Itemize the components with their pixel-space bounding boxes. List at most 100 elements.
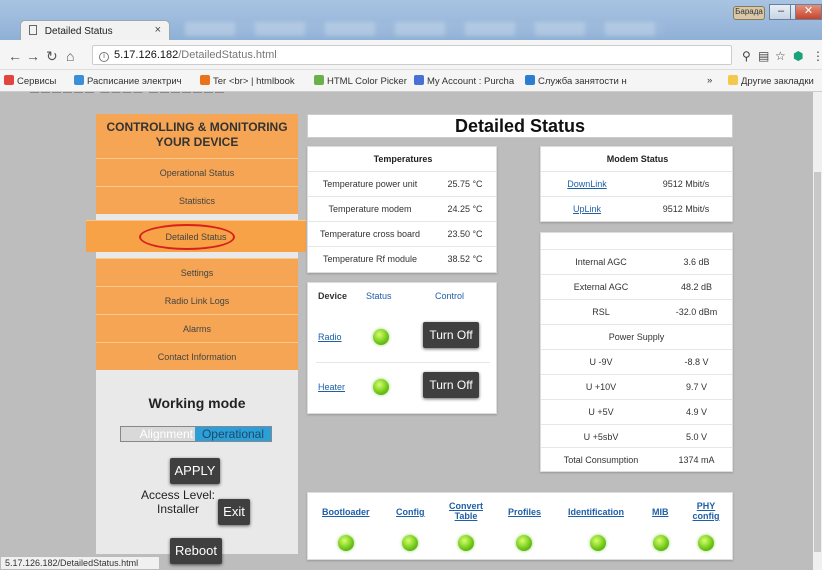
- menu-item-operational-status[interactable]: Operational Status: [96, 158, 298, 186]
- heater-link[interactable]: Heater: [318, 382, 345, 392]
- table-row: U +5V 4.9 V: [541, 399, 732, 424]
- menu-item-settings[interactable]: Settings: [96, 258, 298, 286]
- document-icon: [29, 25, 37, 35]
- param-value: 48.2 dB: [680, 282, 713, 292]
- module-mib-link[interactable]: MIB: [652, 507, 669, 517]
- col-device-header: Device: [318, 291, 348, 301]
- home-icon[interactable]: ⌂: [66, 48, 74, 64]
- url-input[interactable]: i 5.17.126.182/DetailedStatus.html: [92, 45, 732, 65]
- table-row: U +10V 9.7 V: [541, 374, 732, 399]
- working-mode-title: Working mode: [148, 395, 246, 411]
- address-bar: ← → ↻ ⌂ i 5.17.126.182/DetailedStatus.htm…: [0, 40, 822, 70]
- tab-detailed-status[interactable]: Detailed Status ×: [20, 20, 170, 40]
- bookmarks-more[interactable]: »: [707, 75, 712, 86]
- module-convert-table-link[interactable]: Convert Table: [447, 501, 485, 521]
- table-row: Temperature cross board 23.50 °C: [308, 221, 496, 246]
- bookmarks-bar: Сервисы Расписание электрич Ter <br> | h…: [0, 70, 822, 92]
- bookmark-my-account[interactable]: My Account : Purcha: [414, 75, 514, 87]
- module-profiles-link[interactable]: Profiles: [508, 507, 541, 517]
- modules-panel: Bootloader Config Convert Table Profiles…: [307, 492, 733, 560]
- module-convert-table-led: [458, 535, 474, 551]
- close-tab-icon[interactable]: ×: [155, 24, 161, 36]
- modem-status-title: Modem Status: [606, 154, 669, 164]
- reload-icon[interactable]: ↻: [46, 48, 58, 65]
- bookmark-icon: [200, 75, 210, 85]
- bookmark-color-picker[interactable]: HTML Color Picker: [314, 75, 407, 87]
- power-supply-title: Power Supply: [541, 324, 732, 349]
- close-window-icon[interactable]: ✕: [795, 4, 822, 20]
- star-icon[interactable]: ☆: [775, 49, 786, 63]
- mode-operational-option[interactable]: Operational: [195, 427, 271, 441]
- radio-link[interactable]: Radio: [318, 332, 342, 342]
- device-control-panel: Device Status Control Radio Turn Off Hea…: [307, 282, 497, 414]
- temp-label: Temperature modem: [328, 204, 412, 214]
- table-row: DownLink 9512 Mbit/s: [541, 171, 732, 196]
- table-row: U +5sbV 5.0 V: [541, 424, 732, 449]
- forward-icon[interactable]: →: [26, 48, 40, 64]
- back-icon[interactable]: ←: [8, 48, 22, 64]
- browser-status-bar: 5.17.126.182/DetailedStatus.html: [0, 556, 160, 570]
- menu-item-statistics[interactable]: Statistics: [96, 186, 298, 214]
- scrollbar-thumb[interactable]: [814, 172, 821, 552]
- reboot-button[interactable]: Reboot: [170, 538, 222, 564]
- temperatures-panel: Temperatures Temperature power unit 25.7…: [307, 146, 497, 273]
- module-phy-config-led: [698, 535, 714, 551]
- uplink-link[interactable]: UpLink: [541, 197, 633, 222]
- module-config-link[interactable]: Config: [396, 507, 425, 517]
- profile-button[interactable]: Барада: [733, 6, 765, 20]
- bookmark-htmlbook[interactable]: Ter <br> | htmlbook: [200, 75, 295, 87]
- heater-turn-off-button[interactable]: Turn Off: [423, 372, 479, 398]
- radio-status-led: [373, 329, 389, 345]
- exit-button[interactable]: Exit: [218, 499, 250, 525]
- power-supply-panel: Internal AGC 3.6 dB External AGC 48.2 dB…: [540, 232, 733, 472]
- table-row: Temperature Rf module 38.52 °C: [308, 246, 496, 271]
- apps-icon: [4, 75, 14, 85]
- zoom-icon[interactable]: ⚲: [742, 49, 751, 63]
- window-titlebar: Detailed Status × Барада – □ ✕: [0, 0, 822, 40]
- temp-label: Temperature cross board: [319, 229, 421, 239]
- downlink-link[interactable]: DownLink: [541, 172, 633, 197]
- bookmark-employment[interactable]: Служба занятости н: [525, 75, 627, 87]
- module-phy-config-link[interactable]: PHY config: [688, 501, 724, 521]
- module-identification-link[interactable]: Identification: [568, 507, 624, 517]
- extension-icon[interactable]: ⬢: [793, 49, 803, 63]
- supply-value: -8.8 V: [684, 357, 709, 367]
- col-status-header: Status: [366, 291, 392, 301]
- page-header-remnant: ▬▬▬▬▬▬ ▬▬▬▬ ▬▬▬▬▬▬▬: [0, 92, 813, 98]
- menu-icon[interactable]: ⋮: [812, 49, 822, 63]
- menu-item-alarms[interactable]: Alarms: [96, 314, 298, 342]
- working-mode-toggle[interactable]: Alignment Operational: [120, 426, 272, 442]
- menu-item-contact-information[interactable]: Contact Information: [96, 342, 298, 370]
- supply-label: U +5V: [588, 407, 614, 417]
- temperatures-title: Temperatures: [373, 154, 433, 164]
- param-label: Internal AGC: [575, 257, 627, 267]
- temp-label: Temperature Rf module: [322, 254, 418, 264]
- page-scrollbar[interactable]: [813, 92, 822, 570]
- bookmark-schedule[interactable]: Расписание электрич: [74, 75, 182, 87]
- module-bootloader-led: [338, 535, 354, 551]
- other-bookmarks[interactable]: Другие закладки: [728, 75, 814, 87]
- module-bootloader-link[interactable]: Bootloader: [322, 507, 370, 517]
- radio-turn-off-button[interactable]: Turn Off: [423, 322, 479, 348]
- url-path: /DetailedStatus.html: [178, 49, 277, 61]
- bookmark-icon: [74, 75, 84, 85]
- info-icon[interactable]: i: [99, 52, 109, 62]
- temp-label: Temperature power unit: [322, 179, 418, 189]
- sidebar: CONTROLLING & MONITORING YOUR DEVICE Ope…: [86, 114, 306, 564]
- translate-icon[interactable]: ▤: [758, 49, 769, 63]
- bookmark-icon: [414, 75, 424, 85]
- mode-alignment-option[interactable]: Alignment: [121, 427, 195, 441]
- bookmark-services[interactable]: Сервисы: [4, 75, 56, 87]
- param-label: RSL: [592, 307, 610, 317]
- device-row-radio: Radio Turn Off: [308, 313, 498, 363]
- table-row: Temperature modem 24.25 °C: [308, 196, 496, 221]
- menu-item-radio-link-logs[interactable]: Radio Link Logs: [96, 286, 298, 314]
- supply-label: Total Consumption: [563, 455, 639, 465]
- table-row: RSL -32.0 dBm: [541, 299, 732, 324]
- menu-item-detailed-status[interactable]: Detailed Status: [86, 220, 306, 252]
- tab-title: Detailed Status: [44, 26, 113, 37]
- url-host: 5.17.126.182: [114, 49, 179, 61]
- param-label: External AGC: [573, 282, 629, 292]
- apply-button[interactable]: APPLY: [170, 458, 220, 484]
- table-row: Internal AGC 3.6 dB: [541, 249, 732, 274]
